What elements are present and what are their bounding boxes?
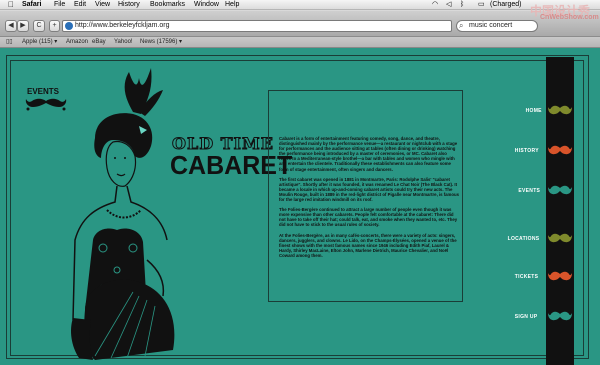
reload-button[interactable]: C	[33, 20, 45, 32]
menu-help[interactable]: Help	[225, 0, 239, 10]
watermark-url: CnWebShow.com	[540, 14, 599, 21]
article-paragraph: Cabaret is a form of entertainment featu…	[279, 136, 458, 172]
bookmark-amazon[interactable]: Amazon	[66, 37, 88, 48]
search-field[interactable]: ⌕ music concert	[456, 20, 538, 32]
article-paragraph: The first cabaret was opened in 1881 in …	[279, 176, 460, 203]
nav-item-home[interactable]: HOME	[526, 108, 542, 114]
menu-app[interactable]: Safari	[22, 0, 41, 10]
bookmark-yahoo[interactable]: Yahoo!	[114, 37, 133, 48]
browser-window:  Safari File Edit View History Bookmark…	[0, 0, 600, 365]
bookmarks-bar: ▯▯ Apple (115) ▾ Amazon eBay Yahoo! News…	[0, 37, 600, 48]
volume-icon[interactable]: ◁	[446, 0, 451, 10]
menu-window[interactable]: Window	[194, 0, 219, 10]
nav-item-locations[interactable]: LOCATIONS	[508, 236, 540, 242]
title-old-time: OLD TIME	[172, 134, 274, 153]
address-bar-url: http://www.berkeleyfcklj​am.org	[75, 22, 170, 29]
back-button[interactable]: ◀	[5, 20, 17, 32]
menu-view[interactable]: View	[95, 0, 110, 10]
nav-item-events[interactable]: EVENTS	[518, 188, 540, 194]
address-bar[interactable]: http://www.berkeleyfcklj​am.org	[62, 20, 452, 32]
bookmarks-book-icon[interactable]: ▯▯	[6, 37, 13, 48]
mustache-orange-icon[interactable]	[548, 270, 572, 284]
article-paragraph: The Folies-Bergère continued to attract …	[279, 207, 458, 228]
menu-history[interactable]: History	[118, 0, 140, 10]
menu-file[interactable]: File	[54, 0, 65, 10]
mustache-olive-icon[interactable]	[548, 232, 572, 246]
nav-item-history[interactable]: HISTORY	[515, 148, 539, 154]
search-icon: ⌕	[459, 21, 464, 30]
mustache-teal-icon[interactable]	[548, 310, 572, 324]
nav-item-sign-up[interactable]: SIGN UP	[515, 314, 538, 320]
browser-toolbar: ◀ ▶ C + http://www.berkeleyfcklj​am.org …	[0, 11, 600, 37]
article-body: Cabaret is a form of entertainment featu…	[279, 136, 459, 263]
menu-edit[interactable]: Edit	[74, 0, 86, 10]
mustache-olive-icon[interactable]	[548, 104, 572, 118]
cabaret-dancer-illustration	[71, 68, 175, 360]
forward-button[interactable]: ▶	[17, 20, 29, 32]
article-paragraph: At the Folies-Bergère, as in many cafés-…	[279, 232, 457, 258]
bluetooth-icon[interactable]: ᛒ	[460, 0, 464, 10]
wifi-icon[interactable]: ◠	[432, 0, 438, 10]
battery-status: (Charged)	[490, 1, 522, 8]
bookmark-news[interactable]: News (17596) ▾	[140, 37, 182, 48]
menu-bar:  Safari File Edit View History Bookmark…	[0, 0, 600, 10]
menu-bookmarks[interactable]: Bookmarks	[150, 0, 185, 10]
battery-icon[interactable]: ▭	[478, 0, 485, 10]
add-bookmark-button[interactable]: +	[49, 20, 60, 32]
site-favicon-icon	[65, 22, 73, 30]
mustache-teal-icon[interactable]	[548, 184, 572, 198]
bookmark-ebay[interactable]: eBay	[92, 37, 106, 48]
apple-icon[interactable]: 	[8, 0, 14, 10]
bookmark-apple[interactable]: Apple (115) ▾	[22, 37, 57, 48]
nav-item-tickets[interactable]: TICKETS	[515, 274, 539, 280]
mustache-orange-icon[interactable]	[548, 144, 572, 158]
search-field-value: music concert	[469, 22, 513, 29]
